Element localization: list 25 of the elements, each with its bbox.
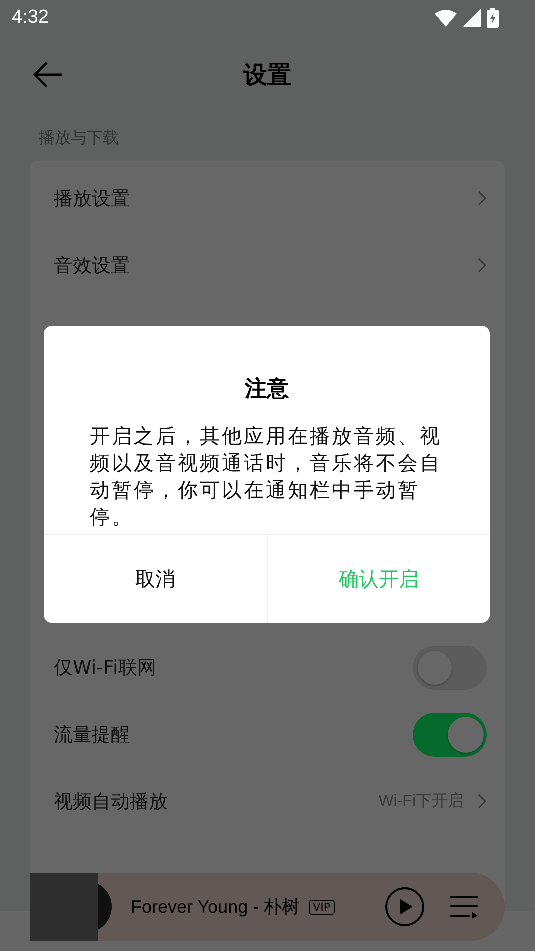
- playlist-icon[interactable]: [449, 895, 479, 919]
- status-time: 4:32: [12, 7, 49, 29]
- setting-label: 仅Wi-Fi联网: [54, 656, 156, 680]
- vip-badge: VIP: [309, 900, 334, 914]
- confirm-button[interactable]: 确认开启: [266, 535, 490, 623]
- setting-label[interactable]: 音效设置: [54, 252, 130, 278]
- setting-label[interactable]: 播放设置: [54, 186, 130, 212]
- signal-icon: [463, 9, 481, 27]
- battery-icon: [487, 8, 499, 28]
- album-cover-photo: [30, 873, 98, 941]
- song-title: Forever Young - 朴树: [131, 896, 300, 919]
- mini-player-bar[interactable]: Forever Young - 朴树 VIP: [30, 873, 505, 941]
- chevron-right-icon[interactable]: [478, 258, 487, 273]
- play-button-icon[interactable]: [385, 887, 425, 927]
- dialog-title: 注意: [244, 376, 290, 404]
- setting-label: 流量提醒: [54, 722, 130, 748]
- wifi-icon: [435, 9, 457, 27]
- setting-label[interactable]: 视频自动播放: [54, 788, 168, 814]
- toggle-switch[interactable]: [413, 646, 487, 690]
- page-title: 设置: [244, 60, 292, 91]
- chevron-right-icon[interactable]: [478, 191, 487, 206]
- toggle-switch[interactable]: [413, 712, 487, 756]
- back-arrow-icon[interactable]: [33, 62, 63, 88]
- dialog-message: 开启之后，其他应用在播放音频、视频以及音视频通话时，音乐将不会自动暂停，你可以在通知栏中手动暂停。: [90, 423, 443, 531]
- chevron-right-icon[interactable]: [478, 794, 487, 809]
